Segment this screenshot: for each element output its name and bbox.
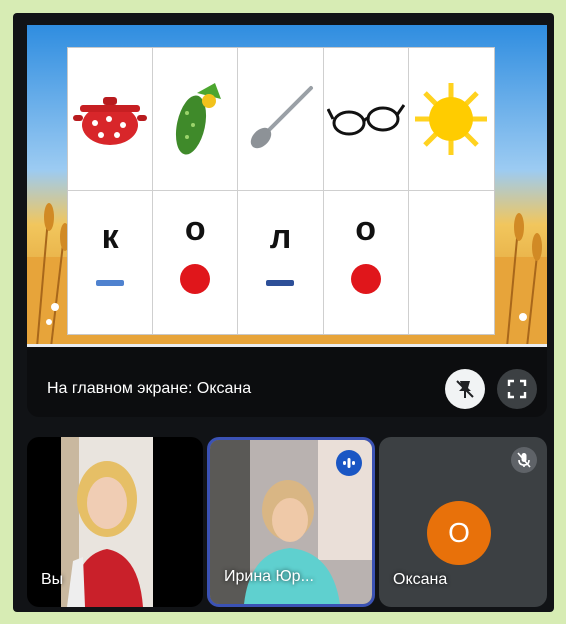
fullscreen-icon: [507, 379, 527, 399]
pot-icon: [73, 97, 148, 145]
participant-name: Вы: [41, 571, 64, 588]
avatar: О: [427, 501, 491, 565]
speaking-indicator: [336, 450, 362, 476]
meeting-window: к о л о На главном экране: Оксана Вы Ири…: [13, 13, 554, 612]
participant-tile-self[interactable]: Вы: [27, 437, 203, 607]
letter-cell: к: [68, 191, 154, 334]
letter: о: [355, 209, 377, 248]
empty-cell: [409, 191, 494, 334]
muted-indicator: [511, 447, 537, 473]
audio-level-icon: [343, 458, 355, 468]
picture-cell: [408, 48, 494, 191]
glasses-icon: [326, 104, 405, 136]
participant-name: Ирина Юр...: [224, 568, 314, 585]
vowel-mark: [350, 263, 381, 294]
fullscreen-button[interactable]: [497, 369, 537, 409]
consonant-mark: [96, 279, 125, 286]
picture-cell: [68, 48, 154, 191]
shared-screen: к о л о: [27, 25, 547, 347]
vowel-mark: [180, 263, 211, 294]
participant-tile-active[interactable]: Ирина Юр...: [207, 437, 375, 607]
mic-off-icon: [517, 452, 531, 468]
unpin-button[interactable]: [445, 369, 485, 409]
letter: к: [101, 217, 119, 256]
word-card: к о л о: [67, 47, 495, 335]
letter-cell: о: [153, 191, 239, 334]
spoon-icon: [251, 86, 314, 149]
picture-cell: [238, 48, 324, 191]
consonant-mark: [266, 279, 295, 286]
cucumber-icon: [176, 83, 222, 155]
participant-name: Оксана: [393, 571, 448, 588]
presenter-label: На главном экране: Оксана: [47, 380, 252, 397]
letter: л: [269, 217, 292, 256]
participant-tile-presenter[interactable]: О Оксана: [379, 437, 547, 607]
picture-cell: [323, 48, 409, 191]
sun-icon: [415, 83, 488, 155]
presenter-bar: На главном экране: Оксана: [27, 347, 547, 417]
letter-cell: л: [238, 191, 324, 334]
picture-cell: [153, 48, 239, 191]
pin-off-icon: [456, 380, 474, 398]
letter-cell: о: [324, 191, 409, 334]
letter: о: [184, 209, 206, 248]
